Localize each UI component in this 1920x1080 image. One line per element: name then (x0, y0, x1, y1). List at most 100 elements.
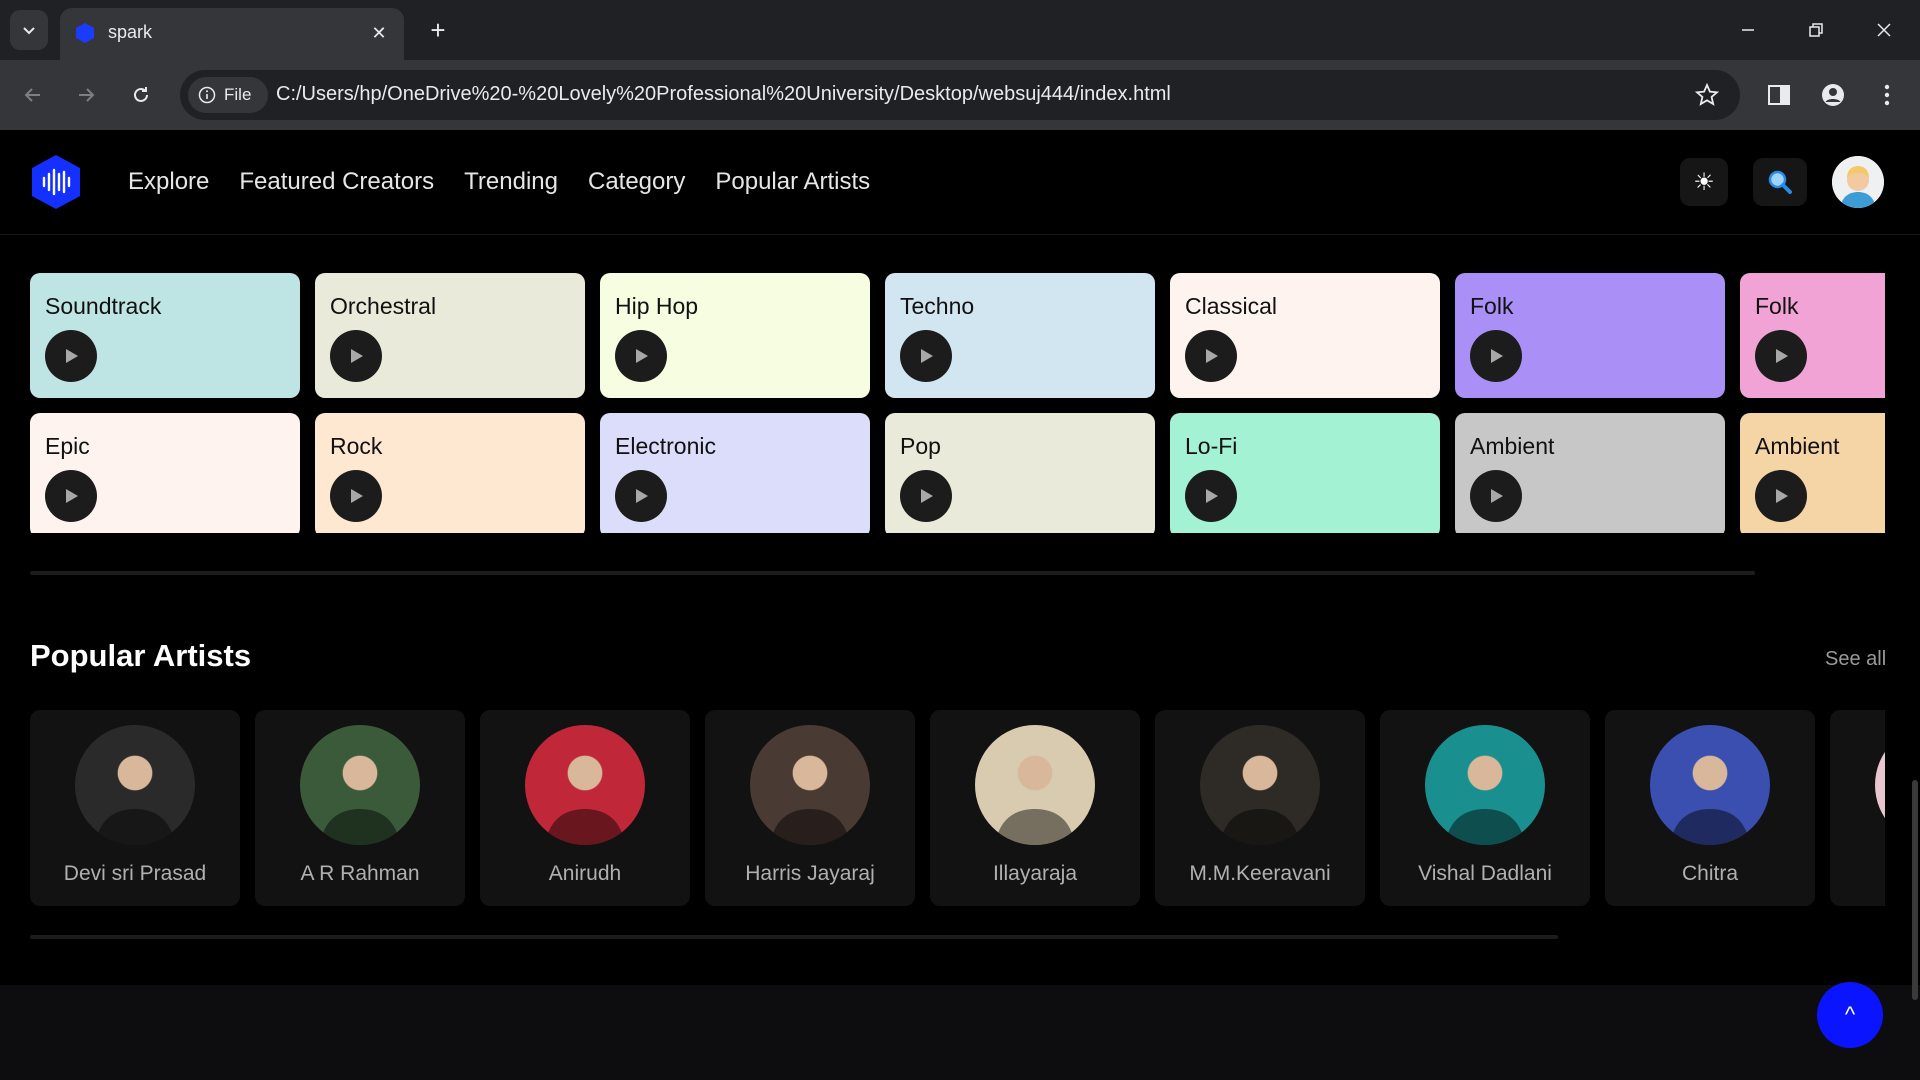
play-button[interactable] (615, 330, 667, 382)
restore-icon (1809, 23, 1823, 37)
play-button[interactable] (1470, 330, 1522, 382)
category-label: Folk (1470, 293, 1514, 319)
play-icon (66, 489, 78, 503)
category-card[interactable]: Classical (1170, 273, 1440, 398)
artist-name: Chitra (1681, 862, 1739, 885)
search-button[interactable] (1753, 158, 1807, 206)
section-divider (30, 935, 1558, 939)
artist-photo (1875, 725, 1885, 845)
category-card[interactable]: Techno (885, 273, 1155, 398)
artist-card[interactable] (1830, 710, 1885, 906)
play-button[interactable] (45, 470, 97, 522)
category-card[interactable]: Folk (1740, 273, 1885, 398)
restore-button[interactable] (1788, 8, 1844, 52)
artist-card[interactable]: Anirudh (480, 710, 690, 906)
play-button[interactable] (900, 330, 952, 382)
category-card[interactable]: Electronic (600, 413, 870, 533)
artist-photo (750, 725, 870, 845)
play-button[interactable] (1755, 470, 1807, 522)
artist-card[interactable]: M.M.Keeravani (1155, 710, 1365, 906)
play-button[interactable] (1470, 470, 1522, 522)
play-button[interactable] (45, 330, 97, 382)
artist-silhouette (1670, 809, 1750, 845)
category-card[interactable]: Lo-Fi (1170, 413, 1440, 533)
category-card[interactable]: Hip Hop (600, 273, 870, 398)
play-button[interactable] (900, 470, 952, 522)
category-card[interactable]: Rock (315, 413, 585, 533)
reload-button[interactable] (120, 74, 162, 116)
category-card[interactable]: Ambient (1455, 413, 1725, 533)
artist-name: Devi sri Prasad (63, 862, 207, 885)
nav-link-popular-artists[interactable]: Popular Artists (715, 168, 870, 196)
nav-link-explore[interactable]: Explore (128, 168, 209, 196)
play-icon (1491, 489, 1503, 503)
page-scrollbar[interactable] (1912, 780, 1918, 1000)
new-tab-button[interactable]: + (420, 12, 456, 48)
category-card[interactable]: Pop (885, 413, 1155, 533)
category-label: Lo-Fi (1185, 433, 1238, 459)
forward-button[interactable] (65, 74, 107, 116)
nav-links: Explore Featured Creators Trending Categ… (128, 168, 870, 196)
artist-name: Harris Jayaraj (745, 862, 875, 885)
more-menu-icon[interactable] (1866, 74, 1908, 116)
category-card[interactable]: Orchestral (315, 273, 585, 398)
footer-band (0, 985, 1920, 1080)
close-window-button[interactable] (1856, 8, 1912, 52)
play-button[interactable] (330, 470, 382, 522)
play-button[interactable] (1755, 330, 1807, 382)
minimize-button[interactable] (1720, 8, 1776, 52)
play-icon (1491, 349, 1503, 363)
site-navbar: Explore Featured Creators Trending Categ… (0, 130, 1920, 235)
play-button[interactable] (1185, 330, 1237, 382)
address-bar[interactable]: File C:/Users/hp/OneDrive%20-%20Lovely%2… (180, 70, 1740, 120)
tab-search-button[interactable] (10, 10, 48, 50)
category-label: Folk (1755, 293, 1799, 319)
see-all-link[interactable]: See all (1825, 648, 1886, 671)
artist-card[interactable]: A R Rahman (255, 710, 465, 906)
play-button[interactable] (615, 470, 667, 522)
browser-tab[interactable]: spark ✕ (60, 8, 404, 60)
category-card[interactable]: Folk (1455, 273, 1725, 398)
nav-link-featured-creators[interactable]: Featured Creators (239, 168, 434, 196)
category-card[interactable]: Soundtrack (30, 273, 300, 398)
artist-name: M.M.Keeravani (1189, 862, 1331, 885)
bookmark-star-icon[interactable] (1692, 80, 1722, 110)
tab-title: spark (108, 22, 153, 42)
search-icon (1768, 170, 1792, 194)
site-info-chip[interactable]: File (188, 77, 268, 113)
user-avatar[interactable] (1832, 156, 1884, 208)
artist-name: Illayaraja (992, 862, 1078, 885)
play-icon (921, 489, 933, 503)
play-button[interactable] (1185, 470, 1237, 522)
artist-card[interactable]: Vishal Dadlani (1380, 710, 1590, 906)
browser-toolbar: File C:/Users/hp/OneDrive%20-%20Lovely%2… (0, 60, 1920, 130)
nav-link-category[interactable]: Category (588, 168, 685, 196)
category-label: Epic (45, 433, 90, 459)
profile-icon[interactable] (1812, 74, 1854, 116)
url-text[interactable]: C:/Users/hp/OneDrive%20-%20Lovely%20Prof… (276, 83, 1171, 106)
artist-photo (1650, 725, 1770, 845)
artist-card[interactable]: Illayaraja (930, 710, 1140, 906)
scroll-to-top-button[interactable]: ^ (1817, 982, 1883, 1048)
side-panel-icon[interactable] (1758, 74, 1800, 116)
artist-card[interactable]: Devi sri Prasad (30, 710, 240, 906)
reload-icon (134, 87, 148, 102)
category-card[interactable]: Ambient (1740, 413, 1885, 533)
play-icon (1776, 489, 1788, 503)
artist-silhouette (1220, 809, 1300, 845)
close-tab-icon[interactable]: ✕ (366, 20, 392, 46)
category-grid: Soundtrack Orchestral Hip Hop Techno Classic… (30, 273, 1885, 533)
sun-icon: ☀ (1693, 168, 1715, 196)
page-viewport: Explore Featured Creators Trending Categ… (0, 130, 1920, 1080)
artist-card[interactable]: Chitra (1605, 710, 1815, 906)
artist-photo (525, 725, 645, 845)
category-label: Ambient (1755, 433, 1840, 459)
back-button[interactable] (12, 74, 54, 116)
nav-link-trending[interactable]: Trending (464, 168, 558, 196)
play-button[interactable] (330, 330, 382, 382)
spark-logo-icon[interactable] (30, 154, 82, 210)
category-card[interactable]: Epic (30, 413, 300, 533)
artist-card[interactable]: Harris Jayaraj (705, 710, 915, 906)
theme-toggle-button[interactable]: ☀ (1680, 158, 1728, 206)
arrow-left-icon (24, 88, 40, 102)
